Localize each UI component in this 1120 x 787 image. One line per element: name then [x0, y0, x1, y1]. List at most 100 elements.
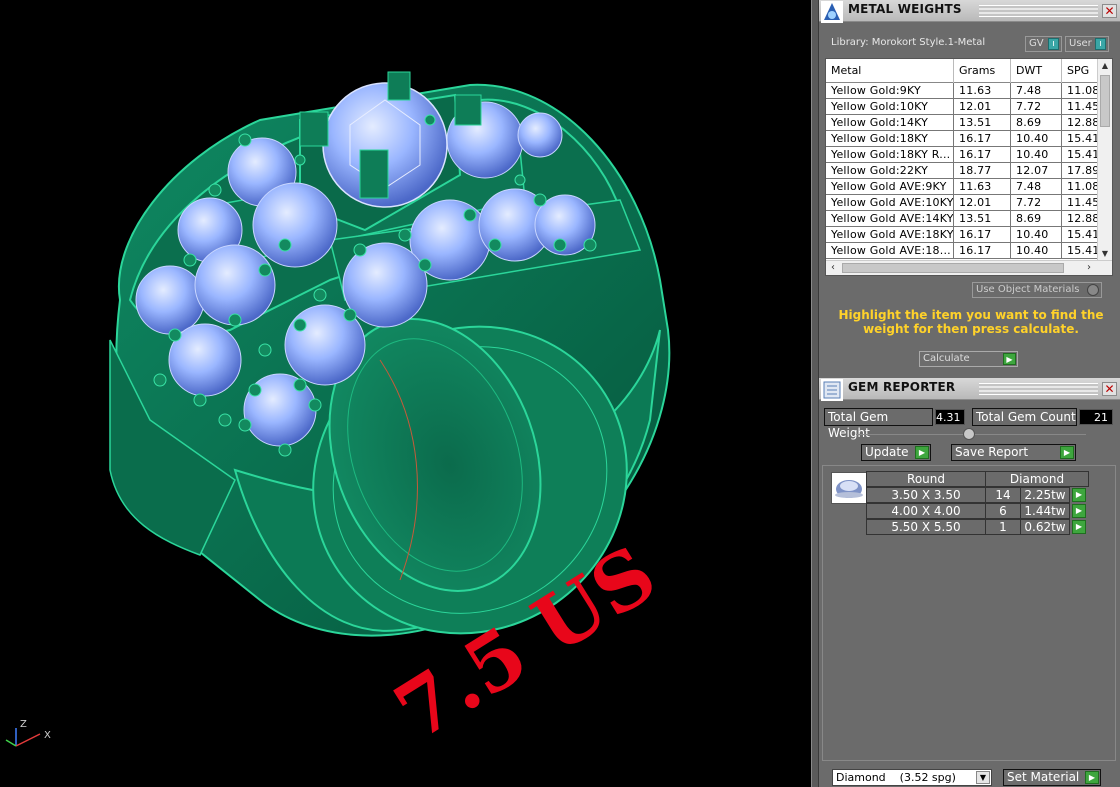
metal-cell: Yellow Gold:18KY [826, 131, 954, 146]
spg-cell: 15.41 [1067, 228, 1098, 241]
gem-size-cell: 3.50 X 3.50 [866, 487, 986, 503]
3d-viewport[interactable]: 7.5 US Z X [0, 0, 811, 787]
calculate-label: Calculate [923, 353, 970, 364]
gem-count-cell: 14 [985, 487, 1021, 503]
grams-cell: 12.01 [954, 99, 1011, 114]
total-gem-count-label: Total Gem Count [972, 408, 1077, 426]
horizontal-scrollbar[interactable]: ‹ › [826, 260, 1112, 275]
metal-weights-icon [821, 1, 843, 23]
dwt-cell: 8.69 [1011, 115, 1062, 130]
update-button[interactable]: Update ▶ [861, 444, 931, 461]
metal-weights-titlebar[interactable]: METAL WEIGHTS ✕ [819, 0, 1120, 23]
metal-cell: Yellow Gold AVE:18... [826, 243, 954, 258]
play-arrow-icon: ▶ [1003, 353, 1016, 365]
metal-cell: Yellow Gold:9KY [826, 83, 954, 98]
toggle-icon [1087, 284, 1099, 296]
table-row[interactable]: Yellow Gold:22KY 18.77 12.07 17.89 [826, 163, 1098, 179]
chevron-down-icon: ▼ [976, 771, 990, 784]
play-arrow-icon: ▶ [1085, 771, 1099, 784]
scroll-down-icon[interactable]: ▼ [1098, 247, 1112, 261]
metal-cell: Yellow Gold:10KY [826, 99, 954, 114]
vertical-scrollbar[interactable]: ▲ ▼ [1097, 59, 1112, 261]
metal-cell: Yellow Gold AVE:18KY [826, 227, 954, 242]
total-gem-weight-value: 4.31 [935, 409, 965, 425]
right-panel: METAL WEIGHTS ✕ Library: Morokort Style.… [819, 0, 1120, 787]
dwt-cell: 7.48 [1011, 83, 1062, 98]
gem-report-area: Round Diamond 3.50 X 3.50 14 2.25tw ▶ 4.00 X… [822, 465, 1116, 761]
dwt-cell: 7.72 [1011, 195, 1062, 210]
dwt-cell: 10.40 [1011, 147, 1062, 162]
panel-splitter[interactable] [811, 0, 819, 787]
column-metal[interactable]: Metal [826, 59, 954, 83]
spg-cell: 11.45 [1067, 196, 1098, 209]
table-row[interactable]: Yellow Gold AVE:10KY 12.01 7.72 11.45 [826, 195, 1098, 211]
metal-cell: Yellow Gold:14KY [826, 115, 954, 130]
table-row[interactable]: Yellow Gold AVE:14KY 13.51 8.69 12.88 [826, 211, 1098, 227]
user-toggle[interactable]: User ı [1065, 36, 1109, 52]
column-grams[interactable]: Grams [954, 59, 1011, 83]
table-body: Yellow Gold:9KY 11.63 7.48 11.08 Yellow Gold… [826, 83, 1098, 259]
set-material-label: Set Material [1007, 770, 1080, 784]
dwt-cell: 12.07 [1011, 163, 1062, 178]
hscroll-thumb[interactable] [842, 263, 1064, 273]
gem-row-arrow-icon[interactable]: ▶ [1072, 520, 1086, 534]
axis-gizmo: Z X [5, 719, 51, 747]
scroll-left-icon[interactable]: ‹ [826, 261, 840, 275]
table-row[interactable]: Yellow Gold AVE:18... 16.17 10.40 15.41 [826, 243, 1098, 259]
grams-cell: 11.63 [954, 83, 1011, 98]
gv-toggle[interactable]: GV ı [1025, 36, 1062, 52]
grams-cell: 16.17 [954, 147, 1011, 162]
dwt-cell: 8.69 [1011, 211, 1062, 226]
spg-cell: 11.08 [1067, 84, 1098, 97]
material-select-value: Diamond (3.52 spg) [836, 771, 956, 784]
dwt-cell: 10.40 [1011, 243, 1062, 258]
gem-weight-cell: 1.44tw [1020, 503, 1070, 519]
shape-header: Round [866, 471, 986, 487]
axis-x-label: X [44, 730, 51, 741]
table-row[interactable]: Yellow Gold:14KY 13.51 8.69 12.88 [826, 115, 1098, 131]
set-material-button[interactable]: Set Material ▶ [1003, 769, 1101, 786]
library-label: Library: Morokort Style.1-Metal [831, 37, 986, 48]
divider-knob-icon[interactable] [963, 428, 975, 440]
spg-cell: 15.41 [1067, 148, 1098, 161]
material-select[interactable]: Diamond (3.52 spg) ▼ [832, 769, 992, 786]
table-row[interactable]: Yellow Gold:18KY R... 16.17 10.40 15.41 [826, 147, 1098, 163]
grams-cell: 11.63 [954, 179, 1011, 194]
column-spg[interactable]: SPG [1062, 59, 1098, 83]
table-row[interactable]: Yellow Gold:18KY 16.17 10.40 15.41 [826, 131, 1098, 147]
metal-cell: Yellow Gold:18KY R... [826, 147, 954, 162]
spg-cell: 12.88 [1067, 212, 1098, 225]
scroll-up-icon[interactable]: ▲ [1098, 59, 1112, 73]
metal-weights-table[interactable]: Metal Grams DWT SPG Yellow Gold:9KY 11.63… [825, 58, 1113, 276]
column-dwt[interactable]: DWT [1011, 59, 1062, 83]
table-row[interactable]: Yellow Gold:10KY 12.01 7.72 11.45 [826, 99, 1098, 115]
scroll-right-icon[interactable]: › [1082, 261, 1096, 275]
grams-cell: 13.51 [954, 211, 1011, 226]
table-row[interactable]: Yellow Gold:9KY 11.63 7.48 11.08 [826, 83, 1098, 99]
calculate-button[interactable]: Calculate ▶ [919, 351, 1018, 367]
gem-row-arrow-icon[interactable]: ▶ [1072, 504, 1086, 518]
dwt-cell: 7.72 [1011, 99, 1062, 114]
close-icon[interactable]: ✕ [1102, 4, 1117, 18]
gem-reporter-icon [821, 379, 843, 401]
metal-cell: Yellow Gold:22KY [826, 163, 954, 178]
gem-count-cell: 6 [985, 503, 1021, 519]
gem-row-arrow-icon[interactable]: ▶ [1072, 488, 1086, 502]
scroll-thumb[interactable] [1100, 75, 1110, 127]
spg-cell: 15.41 [1067, 132, 1098, 145]
round-diamond-icon[interactable] [831, 472, 867, 504]
axis-z-label: Z [20, 719, 27, 730]
table-row[interactable]: Yellow Gold AVE:18KY 16.17 10.40 15.41 [826, 227, 1098, 243]
total-gem-count-value: 21 [1079, 409, 1113, 425]
gem-weight-cell: 2.25tw [1020, 487, 1070, 503]
use-object-materials-toggle[interactable]: Use Object Materials [972, 282, 1102, 298]
save-report-button[interactable]: Save Report ▶ [951, 444, 1076, 461]
gem-size-cell: 4.00 X 4.00 [866, 503, 986, 519]
gem-reporter-titlebar[interactable]: GEM REPORTER ✕ [819, 378, 1120, 401]
metal-weights-title: METAL WEIGHTS [848, 2, 962, 16]
close-icon[interactable]: ✕ [1102, 382, 1117, 396]
table-row[interactable]: Yellow Gold AVE:9KY 11.63 7.48 11.08 [826, 179, 1098, 195]
update-label: Update [865, 445, 909, 459]
ring-render[interactable]: 7.5 US Z X [0, 0, 811, 787]
total-gem-weight-label: Total Gem Weight [824, 408, 933, 440]
